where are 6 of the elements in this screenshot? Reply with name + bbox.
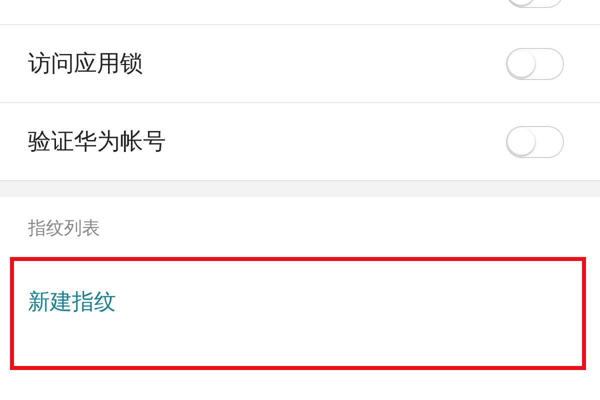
new-fingerprint-link[interactable]: 新建指纹 (28, 286, 116, 316)
toggle-switch[interactable] (506, 48, 564, 80)
setting-label: 验证华为帐号 (28, 128, 166, 157)
section-header: 指纹列表 (28, 217, 100, 240)
toggle-switch[interactable] (506, 126, 564, 158)
setting-label: 访问应用锁 (28, 50, 143, 79)
